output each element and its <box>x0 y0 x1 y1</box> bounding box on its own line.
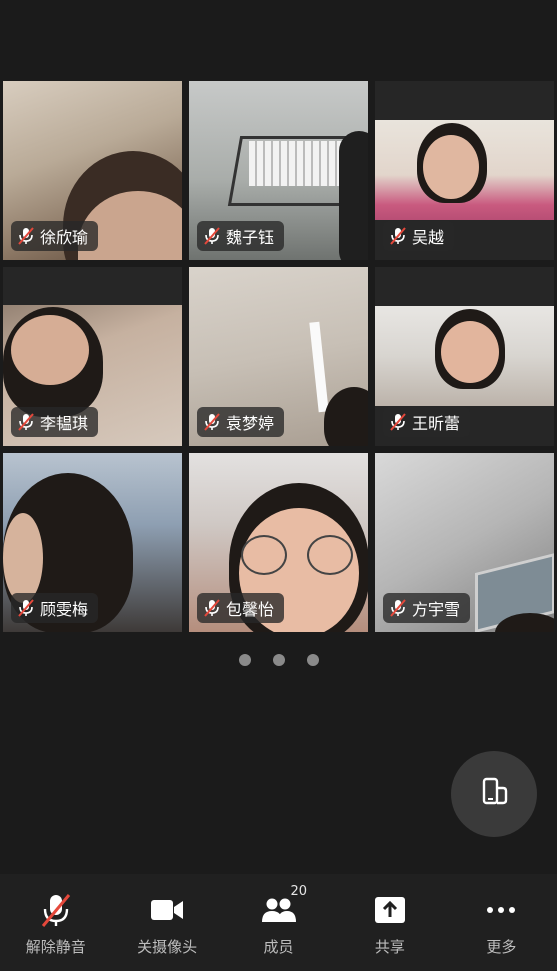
video-tile[interactable]: 吴越 <box>375 81 554 260</box>
muted-mic-icon <box>203 598 221 618</box>
muted-mic-icon <box>389 226 407 246</box>
participant-name: 袁梦婷 <box>226 414 275 433</box>
share-label: 共享 <box>374 938 405 956</box>
muted-mic-icon <box>389 598 407 618</box>
participant-name: 吴越 <box>412 228 445 247</box>
page-dot[interactable] <box>272 654 285 666</box>
video-tile[interactable]: 方宇雪 <box>375 453 554 632</box>
muted-mic-icon <box>39 892 73 928</box>
participant-video <box>375 306 554 406</box>
participant-name: 徐欣瑜 <box>40 228 89 247</box>
people-icon: 20 <box>261 884 307 928</box>
participant-name: 方宇雪 <box>412 600 461 619</box>
participant-label: 魏子钰 <box>197 221 285 251</box>
participant-face <box>441 321 499 383</box>
camera-off-button[interactable]: 关摄像头 <box>111 874 222 971</box>
members-label: 成员 <box>263 938 294 956</box>
video-tile[interactable]: 李韫琪 <box>3 267 182 446</box>
page-dot[interactable] <box>238 654 251 666</box>
muted-mic-icon <box>17 598 35 618</box>
bottom-toolbar: 解除静音 关摄像头 20 成员 共享 更多 <box>0 874 557 971</box>
participant-name: 王昕蕾 <box>412 414 461 433</box>
video-tile[interactable]: 袁梦婷 <box>189 267 368 446</box>
muted-mic-icon <box>203 226 221 246</box>
participant-label: 吴越 <box>383 221 455 251</box>
participant-label: 李韫琪 <box>11 407 99 437</box>
participant-label: 方宇雪 <box>383 593 471 623</box>
members-button[interactable]: 20 成员 <box>223 874 334 971</box>
participant-face <box>11 315 89 385</box>
video-camera-icon <box>150 892 184 928</box>
participant-label: 顾雯梅 <box>11 593 99 623</box>
video-tile[interactable]: 包馨怡 <box>189 453 368 632</box>
muted-mic-icon <box>389 412 407 432</box>
more-dots-icon <box>486 892 516 928</box>
muted-mic-icon <box>17 226 35 246</box>
participant-name: 包馨怡 <box>226 600 275 619</box>
video-grid: 徐欣瑜 魏子钰 吴越 李韫琪 袁梦婷 王昕蕾 顾雯梅 包馨怡 方宇雪 <box>3 81 554 632</box>
video-tile[interactable]: 徐欣瑜 <box>3 81 182 260</box>
unmute-button[interactable]: 解除静音 <box>0 874 111 971</box>
more-label: 更多 <box>486 938 517 956</box>
camera-off-label: 关摄像头 <box>137 938 198 956</box>
participant-video <box>375 120 554 220</box>
phone-switch-icon <box>477 775 511 813</box>
participant-name: 魏子钰 <box>226 228 275 247</box>
books <box>249 141 344 186</box>
participant-name: 李韫琪 <box>40 414 89 433</box>
participant-label: 王昕蕾 <box>383 407 471 437</box>
share-upload-icon <box>374 892 406 928</box>
glasses-left <box>241 535 287 575</box>
glasses-right <box>307 535 353 575</box>
ceiling-light <box>309 321 329 413</box>
participant-label: 徐欣瑜 <box>11 221 99 251</box>
video-tile[interactable]: 魏子钰 <box>189 81 368 260</box>
share-button[interactable]: 共享 <box>334 874 445 971</box>
participant-face <box>3 513 43 603</box>
page-indicator[interactable] <box>0 654 557 666</box>
participant-video <box>339 131 368 260</box>
muted-mic-icon <box>17 412 35 432</box>
muted-mic-icon <box>203 412 221 432</box>
participant-face <box>423 135 479 199</box>
video-tile[interactable]: 顾雯梅 <box>3 453 182 632</box>
participant-label: 袁梦婷 <box>197 407 285 437</box>
page-dot[interactable] <box>306 654 319 666</box>
more-button[interactable]: 更多 <box>446 874 557 971</box>
switch-view-button[interactable] <box>451 751 537 837</box>
unmute-label: 解除静音 <box>25 938 86 956</box>
video-tile[interactable]: 王昕蕾 <box>375 267 554 446</box>
members-count-badge: 20 <box>290 884 308 899</box>
participant-name: 顾雯梅 <box>40 600 89 619</box>
participant-label: 包馨怡 <box>197 593 285 623</box>
